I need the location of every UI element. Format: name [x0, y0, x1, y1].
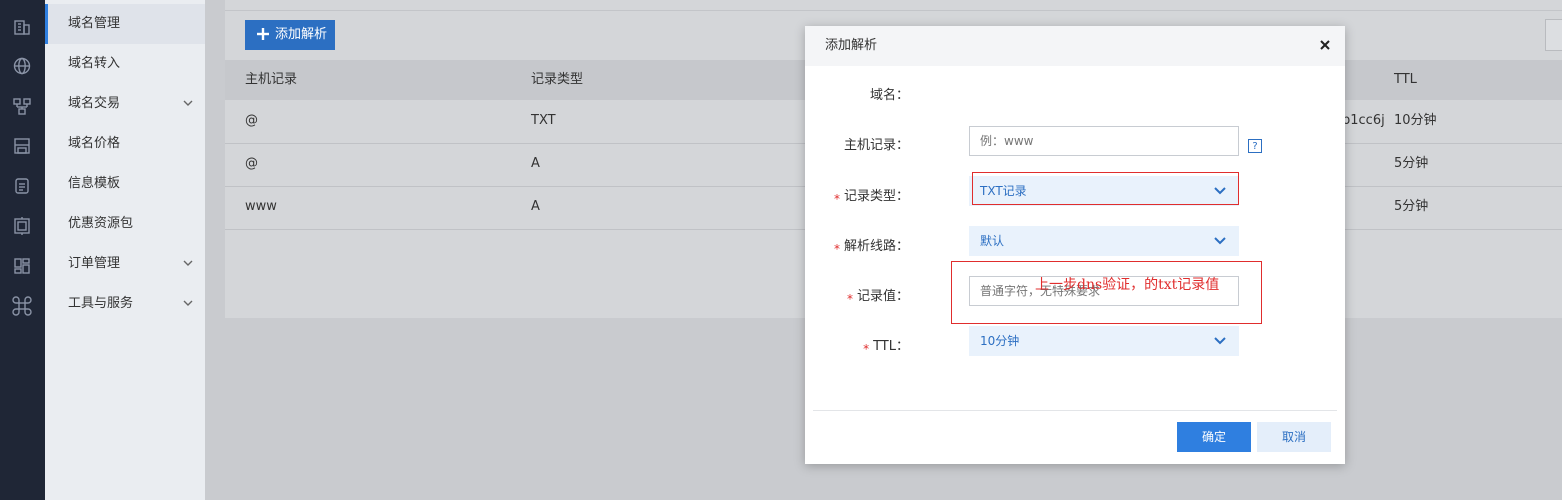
- host-label-box: 主机记录：: [805, 131, 937, 161]
- sidebar-item-tools-services[interactable]: 工具与服务: [45, 284, 205, 324]
- sidebar-item-domain-price[interactable]: 域名价格: [45, 124, 205, 164]
- toolbar-right-button[interactable]: [1545, 19, 1562, 51]
- row-type: TXT: [531, 113, 556, 128]
- sidebar-item-label: 域名管理: [68, 16, 121, 31]
- annotation-box-type: [972, 172, 1239, 205]
- sidebar-item-domain-management[interactable]: 域名管理: [45, 4, 205, 44]
- dashboard-icon[interactable]: [12, 256, 32, 276]
- required-mark: *: [846, 292, 853, 306]
- ttl-label: TTL：: [873, 339, 909, 354]
- sidebar-item-info-template[interactable]: 信息模板: [45, 164, 205, 204]
- globe-icon[interactable]: [12, 56, 32, 76]
- chevron-down-icon: [1214, 337, 1226, 345]
- type-label: 记录类型：: [843, 189, 909, 204]
- help-icon[interactable]: ?: [1248, 139, 1262, 153]
- save-icon[interactable]: [12, 136, 32, 156]
- close-icon[interactable]: [1319, 39, 1331, 51]
- annotation-text: 上一步dns验证，的txt记录值: [1035, 277, 1220, 293]
- sidebar-item-order-management[interactable]: 订单管理: [45, 244, 205, 284]
- dialog-footer-divider: [813, 410, 1337, 411]
- sidebar-nav: 域名管理 域名转入 域名交易 域名价格 信息模板 优惠资源包 订单管理 工具与服…: [45, 0, 205, 500]
- icon-rail: [0, 0, 45, 500]
- required-mark: *: [833, 192, 840, 206]
- resolve-line-value: 默认: [980, 234, 1005, 248]
- column-header-ttl: TTL: [1394, 72, 1417, 87]
- domain-label-box: 域名：: [805, 81, 937, 111]
- line-label-box: * 解析线路：: [805, 231, 937, 261]
- cancel-button[interactable]: 取消: [1257, 422, 1331, 452]
- dialog-title: 添加解析: [825, 38, 878, 53]
- host-input[interactable]: [969, 126, 1239, 156]
- server-icon[interactable]: [12, 216, 32, 236]
- chevron-down-icon: [1214, 237, 1226, 245]
- line-label: 解析线路：: [843, 239, 909, 254]
- chevron-down-icon: [183, 100, 193, 106]
- command-icon[interactable]: [12, 296, 32, 316]
- sidebar-item-domain-trading[interactable]: 域名交易: [45, 84, 205, 124]
- confirm-button[interactable]: 确定: [1177, 422, 1251, 452]
- required-mark: *: [833, 242, 840, 256]
- document-icon[interactable]: [12, 176, 32, 196]
- row-ttl: 5分钟: [1394, 156, 1429, 171]
- chevron-down-icon: [183, 300, 193, 306]
- sidebar-item-label: 订单管理: [68, 256, 121, 271]
- plus-icon: [257, 28, 269, 40]
- sidebar-item-label: 域名转入: [68, 56, 121, 71]
- host-label: 主机记录：: [843, 138, 909, 153]
- chevron-down-icon: [183, 260, 193, 266]
- column-header-type: 记录类型: [531, 72, 584, 87]
- add-record-button[interactable]: 添加解析: [245, 20, 335, 50]
- row-type: A: [531, 156, 540, 171]
- row-ttl: 10分钟: [1394, 113, 1437, 128]
- add-record-dialog: 添加解析 域名： 主机记录： ? *记录类型： TXT记录 *解析线路： 默认 …: [805, 26, 1345, 464]
- row-value: p1cc6j: [1342, 113, 1385, 128]
- row-type: A: [531, 199, 540, 214]
- sidebar-item-domain-transfer[interactable]: 域名转入: [45, 44, 205, 84]
- sidebar-item-label: 信息模板: [68, 176, 121, 191]
- dialog-header: 添加解析: [805, 26, 1345, 66]
- type-label-box: * 记录类型：: [805, 181, 937, 211]
- value-label: 记录值：: [856, 289, 909, 304]
- domain-label: 域名：: [869, 88, 909, 103]
- sidebar-item-label: 域名交易: [68, 96, 121, 111]
- sidebar-item-discount-package[interactable]: 优惠资源包: [45, 204, 205, 244]
- network-icon[interactable]: [12, 96, 32, 116]
- value-label-box: * 记录值：: [805, 281, 937, 311]
- sidebar-item-label: 工具与服务: [68, 296, 134, 311]
- ttl-value: 10分钟: [980, 334, 1020, 348]
- building-icon[interactable]: [12, 16, 32, 36]
- ttl-label-box: * TTL：: [805, 331, 937, 361]
- row-host: @: [245, 156, 258, 171]
- row-host: www: [245, 199, 277, 214]
- divider: [225, 10, 1562, 11]
- row-ttl: 5分钟: [1394, 199, 1429, 214]
- required-mark: *: [863, 342, 870, 356]
- sidebar-item-label: 域名价格: [68, 136, 121, 151]
- ttl-select[interactable]: 10分钟: [969, 326, 1239, 356]
- sidebar-item-label: 优惠资源包: [68, 216, 134, 231]
- add-record-label: 添加解析: [275, 27, 328, 42]
- resolve-line-select[interactable]: 默认: [969, 226, 1239, 256]
- row-host: @: [245, 113, 258, 128]
- column-header-host: 主机记录: [245, 72, 298, 87]
